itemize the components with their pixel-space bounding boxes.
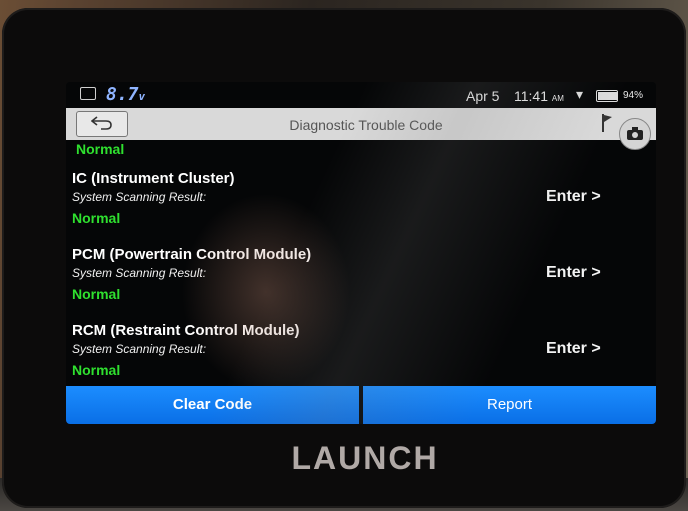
battery-fill [598,92,617,100]
enter-button-pcm[interactable]: Enter > [546,264,601,282]
status-time: 11:41 AM [514,88,564,104]
brand-logo: LAUNCH [291,440,439,476]
module-row-rcm: RCM (Restraint Control Module) System Sc… [66,322,656,394]
camera-icon [627,127,643,140]
page-title: Diagnostic Trouble Code [289,117,443,133]
scan-result-value: Normal [72,210,121,226]
module-row-ic: IC (Instrument Cluster) System Scanning … [66,170,656,242]
wifi-icon: ▾ [576,86,584,102]
scan-result-label: System Scanning Result: [72,190,207,204]
flag-icon[interactable] [602,114,612,132]
battery-icon [596,90,618,102]
module-name: IC (Instrument Cluster) [72,170,235,187]
report-button[interactable]: Report [363,386,656,424]
voltage-unit: v [138,90,146,103]
enter-button-ic[interactable]: Enter > [546,188,601,206]
time-ampm: AM [551,94,564,103]
screen: 8.7v Apr 5 11:41 AM ▾ 94% Diagnostic Tro… [66,82,656,424]
title-bar: Diagnostic Trouble Code [66,108,656,140]
module-name: RCM (Restraint Control Module) [72,322,300,339]
clear-code-button[interactable]: Clear Code [66,386,359,424]
previous-module-result: Normal [76,141,125,157]
module-row-pcm: PCM (Powertrain Control Module) System S… [66,246,656,318]
time-value: 11:41 [514,88,548,104]
status-date: Apr 5 [466,88,500,104]
screenshot-button[interactable] [619,118,651,150]
scan-result-value: Normal [72,362,121,378]
status-bar: 8.7v Apr 5 11:41 AM ▾ 94% [66,82,656,108]
battery-percent: 94% [623,90,644,101]
vehicle-icon [80,87,96,100]
enter-button-rcm[interactable]: Enter > [546,340,601,358]
voltage-value: 8.7 [106,84,139,105]
module-name: PCM (Powertrain Control Module) [72,246,312,263]
action-bar: Clear Code Report [66,386,656,424]
scan-result-label: System Scanning Result: [72,266,207,280]
voltage-readout: 8.7v [106,84,145,105]
scan-result-label: System Scanning Result: [72,342,207,356]
scan-result-value: Normal [72,286,121,302]
